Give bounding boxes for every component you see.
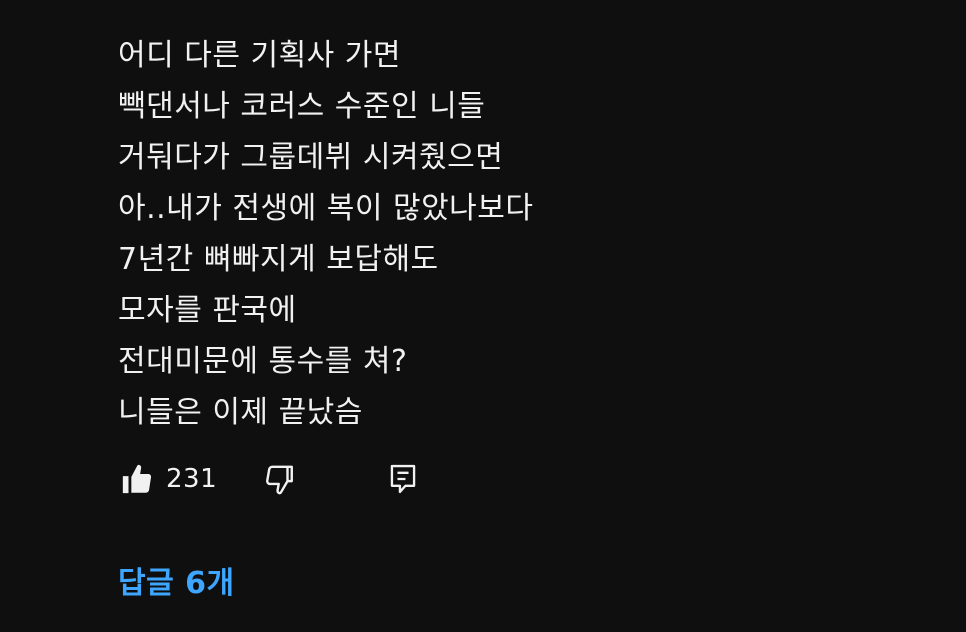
comment-line: 니들은 이제 끝났슴 <box>118 395 363 430</box>
comment-body: 어디 다른 기획사 가면 빽댄서나 코러스 수준인 니들 거둬다가 그룹데뷔 시… <box>118 30 818 438</box>
comment-action-bar: 231 <box>118 458 422 500</box>
thumbs-down-icon <box>266 465 293 495</box>
reply-icon <box>390 464 416 494</box>
dislike-button[interactable] <box>260 459 298 499</box>
like-count: 231 <box>166 464 218 494</box>
reply-button[interactable] <box>384 459 422 499</box>
comment-line: 모자를 판국에 <box>118 293 297 328</box>
replies-toggle-button[interactable]: 답글 6개 <box>118 558 235 602</box>
thumbs-up-icon <box>122 464 152 494</box>
comment-line: 7년간 뼈빠지게 보답해도 <box>118 242 439 277</box>
comment-line: 거둬다가 그룹데뷔 시켜줬으면 <box>118 140 504 175</box>
like-button[interactable] <box>118 459 156 499</box>
comment-line: 어디 다른 기획사 가면 <box>118 38 402 73</box>
comment-line: 전대미문에 통수를 쳐? <box>118 344 408 379</box>
comment-line: 빽댄서나 코러스 수준인 니들 <box>118 89 486 124</box>
comment-line: 아..내가 전생에 복이 많았나보다 <box>118 191 534 226</box>
